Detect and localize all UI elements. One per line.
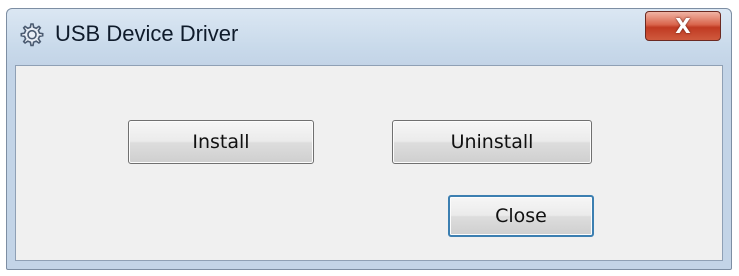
window-close-button[interactable]: X bbox=[645, 11, 721, 41]
title-bar[interactable]: USB Device Driver X bbox=[7, 9, 731, 63]
dialog-body: Install Uninstall Close bbox=[15, 65, 723, 261]
close-icon: X bbox=[675, 14, 691, 38]
close-button[interactable]: Close bbox=[448, 195, 594, 237]
dialog-window: USB Device Driver X Install Uninstall Cl… bbox=[6, 8, 732, 270]
window-title: USB Device Driver bbox=[55, 21, 239, 46]
gear-icon bbox=[20, 23, 44, 47]
uninstall-button[interactable]: Uninstall bbox=[392, 120, 592, 164]
install-button[interactable]: Install bbox=[128, 120, 314, 164]
